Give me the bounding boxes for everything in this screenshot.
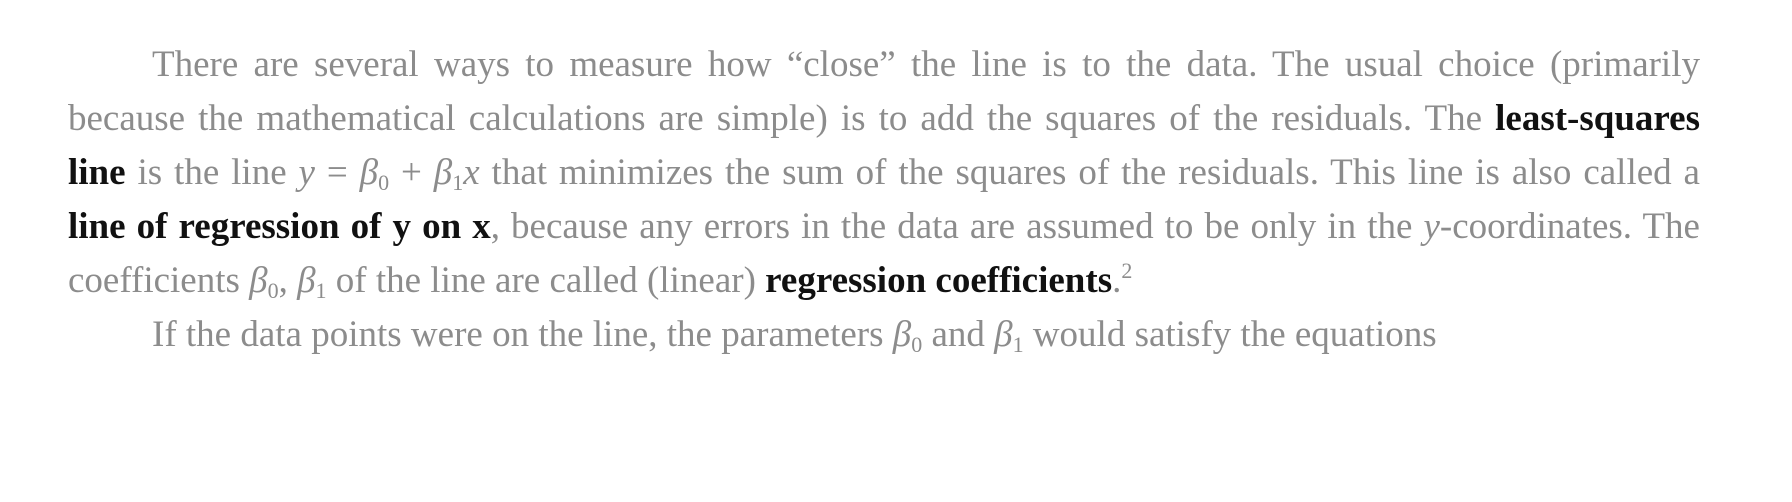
math-var-y: y [298, 152, 315, 193]
text: There are several ways to measure how “c… [68, 44, 1700, 139]
math-beta: β [359, 152, 379, 193]
text: of the line are called (linear) [326, 260, 766, 301]
text: . [1112, 260, 1122, 301]
term-line-of-regression: line of regression of y on x [68, 206, 491, 247]
math-equals: = [314, 152, 360, 193]
text: , [278, 260, 298, 301]
math-var-x: x [463, 152, 480, 193]
math-plus: + [389, 152, 434, 193]
math-beta: β [994, 314, 1013, 355]
math-subscript: 0 [378, 170, 390, 195]
text: that minimizes the sum of the squares of… [479, 152, 1700, 193]
math-beta: β [433, 152, 453, 193]
textbook-page: There are several ways to measure how “c… [0, 0, 1792, 502]
text: and [922, 314, 995, 355]
math-beta: β [892, 314, 912, 355]
math-subscript: 1 [315, 278, 327, 303]
text: , because any errors in the data are ass… [490, 206, 1424, 247]
text: would satisfy the equations [1023, 314, 1437, 355]
math-var-y: y [1423, 206, 1440, 247]
text: If the data points were on the line, the… [152, 314, 893, 355]
math-subscript: 1 [452, 170, 464, 195]
math-subscript: 1 [1012, 332, 1024, 357]
text: is the line [125, 152, 299, 193]
term-regression-coefficients: regression coefficients [765, 260, 1113, 301]
footnote-marker: 2 [1121, 258, 1133, 283]
math-beta: β [297, 260, 316, 301]
math-beta: β [249, 260, 268, 301]
paragraph-line-equations-intro: If the data points were on the line, the… [68, 308, 1700, 362]
math-subscript: 0 [267, 278, 279, 303]
math-subscript: 0 [911, 332, 923, 357]
equation-regression-line: y = β0 + β1x [298, 152, 480, 195]
paragraph-least-squares-definition: There are several ways to measure how “c… [68, 38, 1700, 308]
